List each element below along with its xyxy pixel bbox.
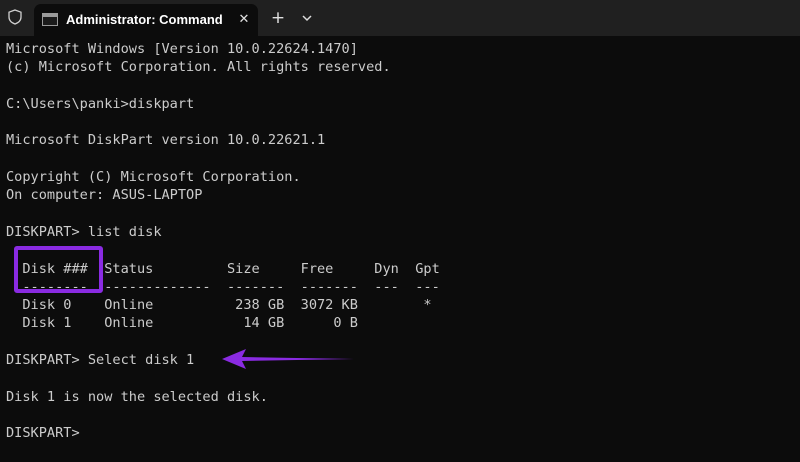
console-line: Microsoft Windows [Version 10.0.22624.14… bbox=[6, 41, 358, 57]
close-tab-button[interactable]: ✕ bbox=[234, 10, 254, 30]
tab-title: Administrator: Command Pro bbox=[66, 12, 226, 27]
console-line: (c) Microsoft Corporation. All rights re… bbox=[6, 59, 391, 76]
console-line: Microsoft DiskPart version 10.0.22621.1 bbox=[6, 132, 326, 149]
console-line: DISKPART> Select disk 1 bbox=[6, 352, 195, 369]
terminal-icon bbox=[42, 13, 58, 26]
console-line: DISKPART> list disk bbox=[6, 223, 162, 240]
tab-command-prompt[interactable]: Administrator: Command Pro ✕ bbox=[34, 4, 258, 36]
console-output[interactable]: Microsoft Windows [Version 10.0.22624.14… bbox=[6, 40, 796, 443]
console-line: On computer: ASUS-LAPTOP bbox=[6, 187, 203, 204]
console-line: Disk 1 Online 14 GB 0 B bbox=[6, 315, 358, 332]
annotation-arrow bbox=[222, 349, 354, 369]
console-line: Disk ### Status Size Free Dyn Gpt bbox=[6, 260, 440, 277]
highlight-box bbox=[14, 246, 103, 293]
console-line: Disk 0 Online 238 GB 3072 KB * bbox=[6, 297, 432, 314]
console-line: -------- ------------- ------- ------- -… bbox=[6, 278, 440, 295]
title-bar: Administrator: Command Pro ✕ + bbox=[0, 0, 800, 36]
console-line: Disk 1 is now the selected disk. bbox=[6, 388, 268, 405]
chevron-down-icon[interactable] bbox=[298, 8, 316, 28]
console-line: Copyright (C) Microsoft Corporation. bbox=[6, 169, 301, 186]
shield-icon bbox=[8, 9, 22, 25]
console-line: C:\Users\panki>diskpart bbox=[6, 95, 195, 112]
console-line: DISKPART> bbox=[6, 425, 88, 442]
new-tab-button[interactable]: + bbox=[268, 8, 288, 28]
